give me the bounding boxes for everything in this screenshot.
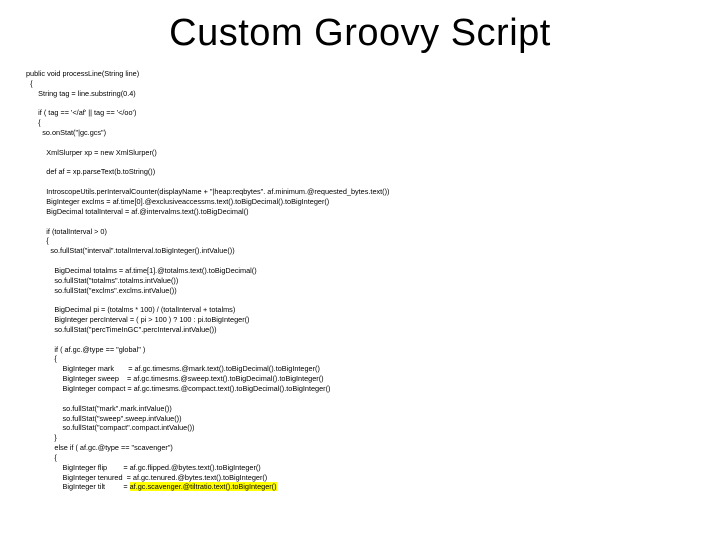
code-line: String tag = line.substring(0.4) xyxy=(30,89,136,98)
code-line: BigInteger tenured = af.gc.tenured.@byte… xyxy=(38,473,267,482)
code-block: public void processLine(String line) { S… xyxy=(26,69,694,492)
code-line: { xyxy=(30,79,32,88)
slide-title: Custom Groovy Script xyxy=(26,12,694,55)
slide: Custom Groovy Script public void process… xyxy=(0,0,720,540)
code-line: else if ( af.gc.@type == "scavenger") xyxy=(38,443,173,452)
code-line: XmlSlurper xp = new XmlSlurper() xyxy=(34,148,157,157)
code-line: BigInteger exclms = af.time[0].@exclusiv… xyxy=(34,197,329,206)
code-line: { xyxy=(38,354,57,363)
code-line: so.fullStat("compact".compact.intValue()… xyxy=(38,423,194,432)
code-line: BigDecimal totalInterval = af.@intervalm… xyxy=(34,207,248,216)
code-line: so.fullStat("exclms".exclms.intValue()) xyxy=(38,286,176,295)
code-line: so.fullStat("interval".totalInterval.toB… xyxy=(34,246,235,255)
code-line: { xyxy=(38,453,57,462)
code-line: { xyxy=(30,118,41,127)
code-line: } xyxy=(38,433,57,442)
code-line: so.fullStat("mark".mark.intValue()) xyxy=(38,404,172,413)
code-line: def af = xp.parseText(b.toString()) xyxy=(34,167,155,176)
code-line: if ( tag == '</af' || tag == '</oo') xyxy=(30,108,136,117)
highlighted-code: af.gc.scavenger.@tiltratio.text().toBigI… xyxy=(130,482,277,491)
code-line: BigDecimal totalms = af.time[1].@totalms… xyxy=(38,266,256,275)
code-line: BigInteger mark = af.gc.timesms.@mark.te… xyxy=(38,364,320,373)
code-line: IntroscopeUtils.perIntervalCounter(displ… xyxy=(34,187,389,196)
code-line: BigInteger sweep = af.gc.timesms.@sweep.… xyxy=(38,374,323,383)
code-line: if (totalInterval > 0) xyxy=(34,227,107,236)
code-line: so.fullStat("sweep".sweep.intValue()) xyxy=(38,414,181,423)
code-line: BigInteger compact = af.gc.timesms.@comp… xyxy=(38,384,330,393)
code-line: BigInteger flip = af.gc.flipped.@bytes.t… xyxy=(38,463,261,472)
code-line: so.onStat("|gc.gcs") xyxy=(30,128,106,137)
code-line: public void processLine(String line) xyxy=(26,69,139,78)
code-line: so.fullStat("totalms".totalms.intValue()… xyxy=(38,276,178,285)
code-line: { xyxy=(34,236,49,245)
code-line: if ( af.gc.@type == "global" ) xyxy=(38,345,145,354)
code-line: BigDecimal pi = (totalms * 100) / (total… xyxy=(38,305,235,314)
code-line: so.fullStat("percTimeInGC".percInterval.… xyxy=(38,325,216,334)
code-line: BigInteger tilt = xyxy=(38,482,129,491)
code-line: BigInteger percInterval = ( pi > 100 ) ?… xyxy=(38,315,249,324)
